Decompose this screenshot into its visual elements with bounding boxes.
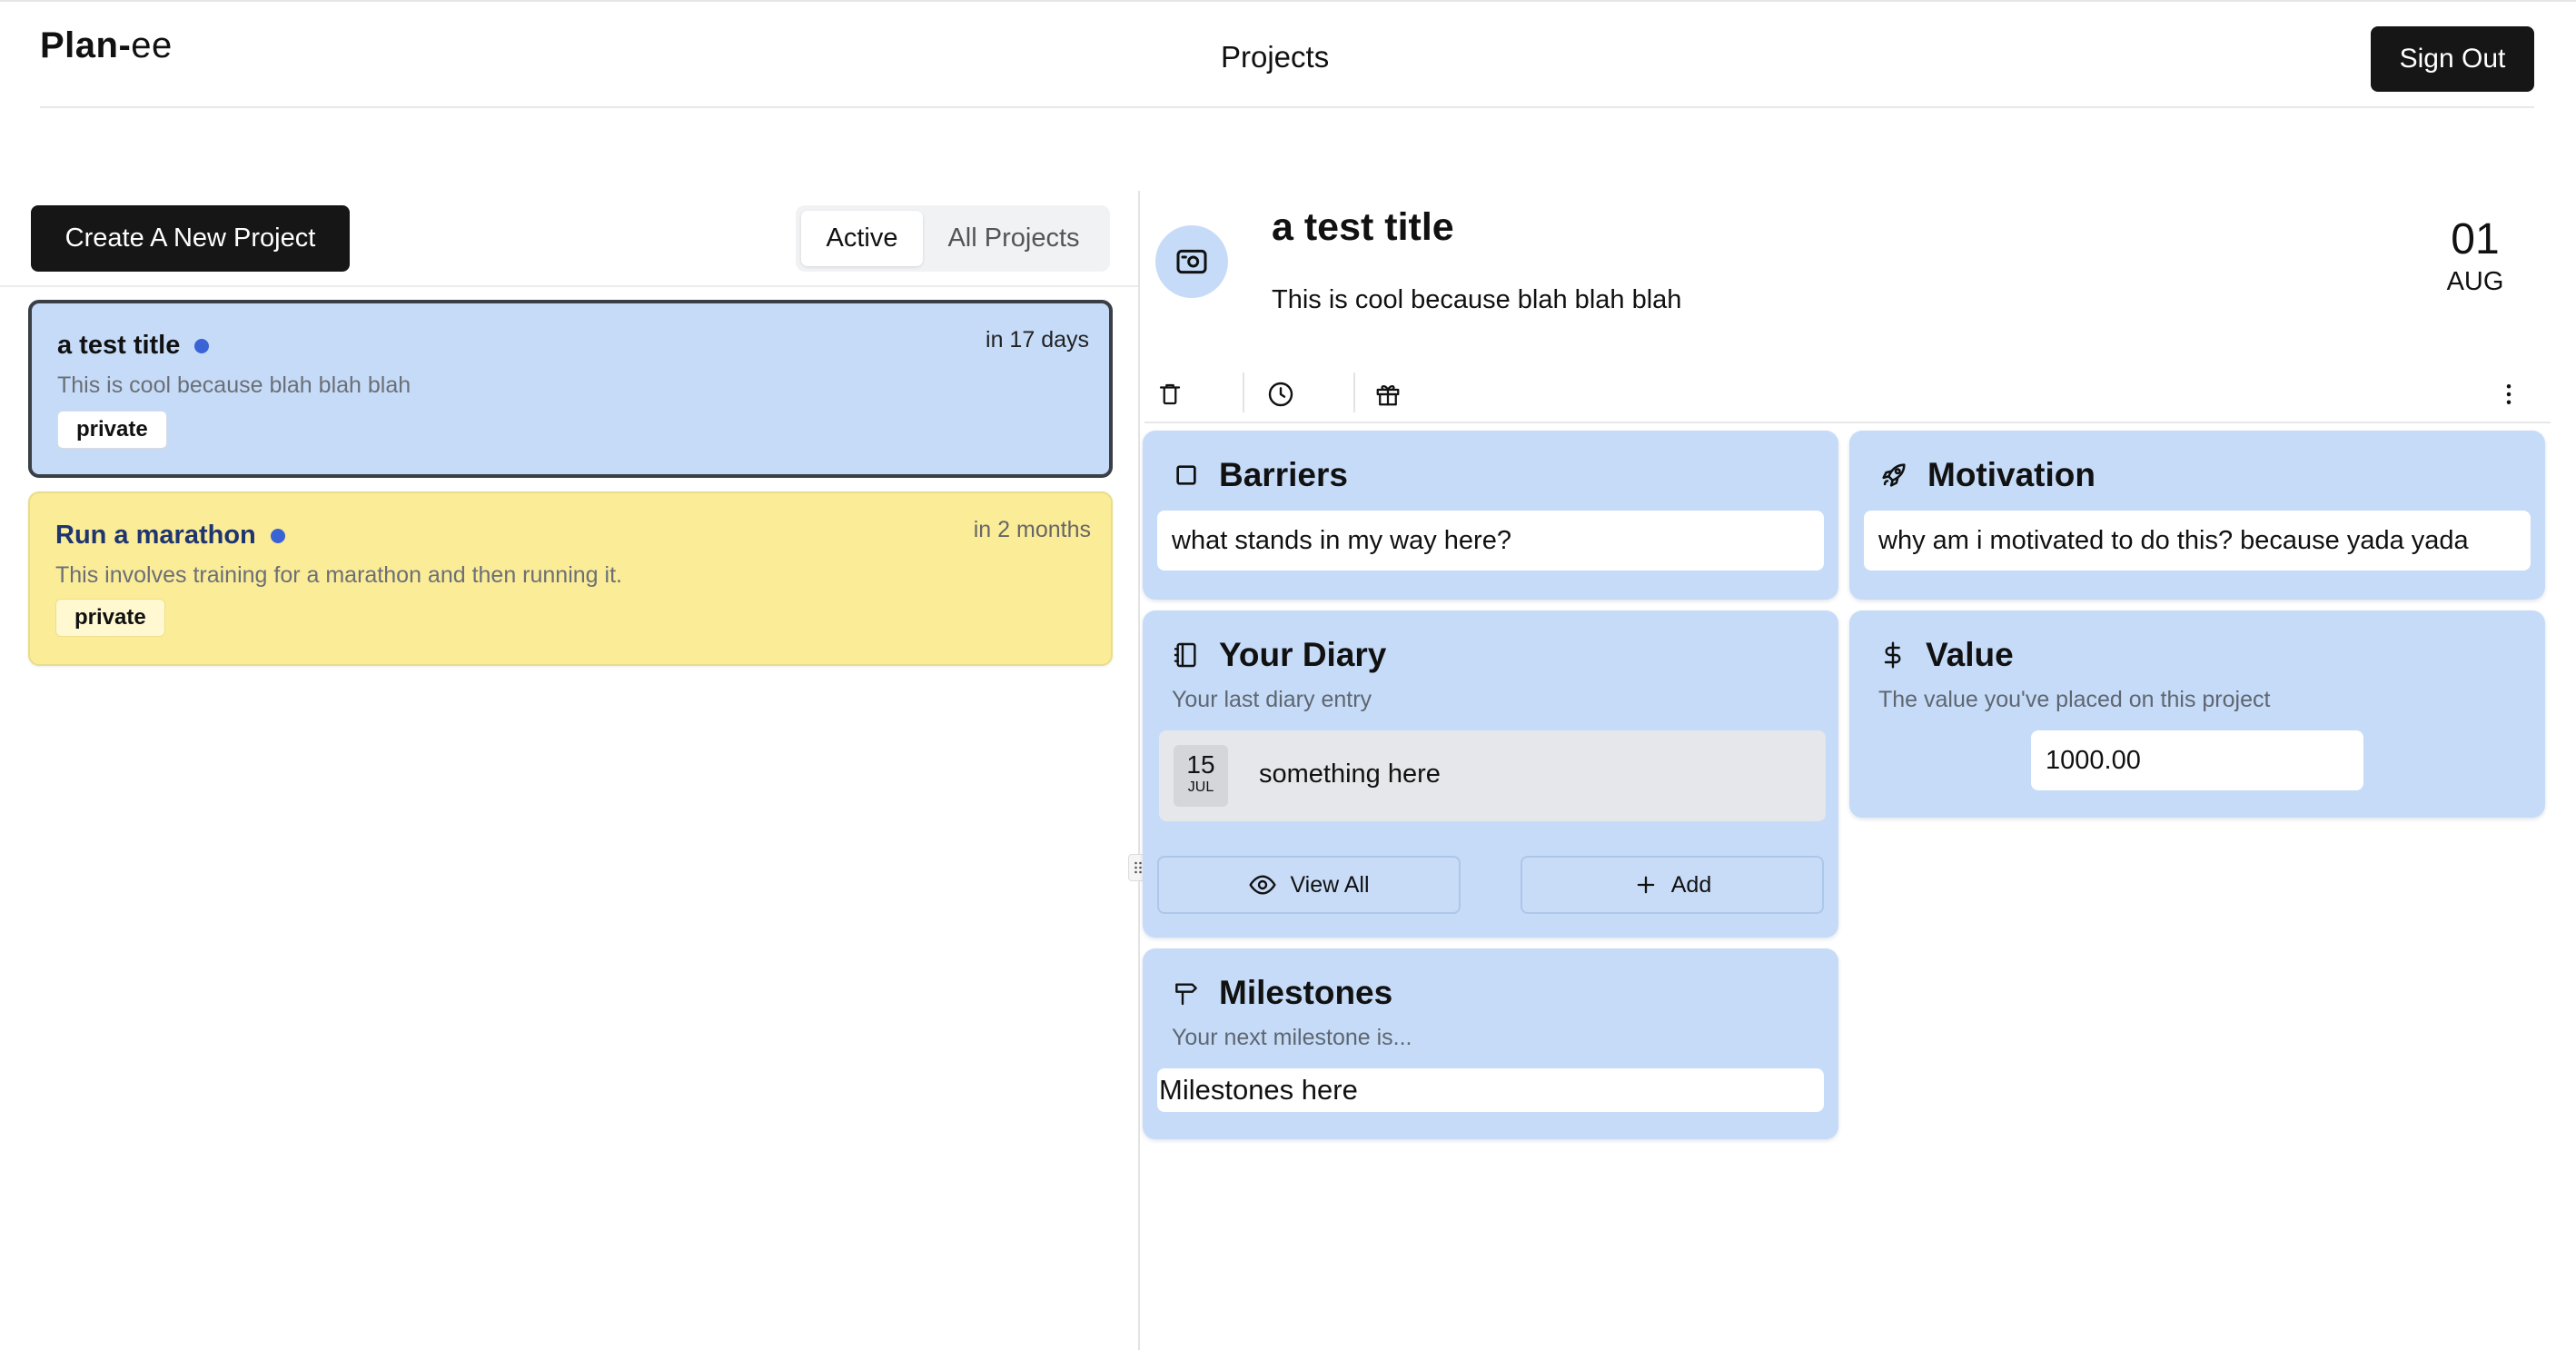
project-due: in 2 months (973, 517, 1091, 542)
plus-icon (1633, 872, 1659, 898)
milestones-card: Milestones Your next milestone is... Mil… (1143, 948, 1838, 1139)
eye-icon (1248, 870, 1277, 899)
barriers-title: Barriers (1219, 456, 1348, 493)
project-due: in 17 days (986, 327, 1089, 352)
diary-entry[interactable]: 15 JUL something here (1159, 730, 1826, 821)
visibility-badge: private (55, 599, 165, 637)
gift-icon (1374, 381, 1402, 408)
project-title: Run a marathon (55, 521, 285, 551)
logo-bold: Plan- (40, 25, 132, 65)
diary-entry-day: 15 (1186, 750, 1215, 779)
diary-title: Your Diary (1219, 636, 1387, 673)
milestones-header: Milestones (1172, 974, 1392, 1012)
status-dot (194, 338, 210, 353)
list-divider (0, 285, 1139, 287)
logo-light: ee (131, 25, 173, 65)
project-title-text: a test title (57, 331, 181, 360)
motivation-header: Motivation (1878, 456, 2095, 494)
project-description: This is cool because blah blah blah (57, 372, 411, 398)
dollar-icon (1878, 640, 1907, 670)
more-vertical-icon (2495, 381, 2522, 408)
page-title: Projects (1221, 40, 1330, 74)
project-image-button[interactable] (1155, 225, 1228, 298)
milestones-subtitle: Your next milestone is... (1172, 1025, 1412, 1050)
diary-entry-date: 15 JUL (1174, 745, 1228, 807)
add-entry-button[interactable]: Add (1521, 856, 1824, 914)
project-title-text: Run a marathon (55, 521, 256, 550)
reward-button[interactable] (1362, 369, 1413, 420)
barriers-field[interactable]: what stands in my way here? (1157, 511, 1824, 571)
diary-entry-text: something here (1259, 759, 1441, 789)
project-filter-toggle: Active All Projects (796, 205, 1110, 272)
square-icon (1172, 461, 1201, 490)
milestones-field[interactable]: Milestones here (1157, 1068, 1824, 1112)
motivation-card: Motivation why am i motivated to do this… (1849, 431, 2545, 600)
project-toolbar (1144, 369, 2551, 423)
app-header: Plan-ee Projects Sign Out (40, 0, 2534, 108)
motivation-title: Motivation (1927, 456, 2095, 493)
app-logo[interactable]: Plan-ee (40, 25, 173, 66)
diary-subtitle: Your last diary entry (1172, 687, 1372, 712)
due-date-month: AUG (2446, 267, 2504, 296)
trash-icon (1156, 381, 1184, 408)
tab-active[interactable]: Active (801, 211, 923, 266)
status-dot (270, 528, 285, 543)
create-project-button[interactable]: Create A New Project (31, 205, 350, 272)
barriers-header: Barriers (1172, 456, 1348, 494)
project-card[interactable]: a test title in 17 days This is cool bec… (28, 300, 1113, 478)
clock-icon (1266, 380, 1295, 409)
due-date-day: 01 (2451, 215, 2500, 263)
toolbar-separator (1353, 372, 1355, 412)
project-card[interactable]: Run a marathon in 2 months This involves… (28, 491, 1113, 666)
project-title: a test title (57, 331, 210, 361)
value-subtitle: The value you've placed on this project (1878, 687, 2271, 712)
diary-header: Your Diary (1172, 636, 1386, 674)
toolbar-separator (1243, 372, 1244, 412)
history-button[interactable] (1255, 369, 1306, 420)
project-detail-description[interactable]: This is cool because blah blah blah (1272, 285, 1681, 315)
value-input[interactable]: 1000.00 (2031, 730, 2363, 790)
rocket-icon (1878, 460, 1909, 491)
project-detail-title[interactable]: a test title (1272, 205, 1454, 250)
view-all-button[interactable]: View All (1157, 856, 1461, 914)
diary-card: Your Diary Your last diary entry 15 JUL … (1143, 610, 1838, 938)
camera-icon (1174, 243, 1210, 280)
more-options-button[interactable] (2483, 369, 2534, 420)
panel-divider (1138, 191, 1140, 1350)
project-description: This involves training for a marathon an… (55, 562, 622, 588)
milestones-title: Milestones (1219, 974, 1393, 1011)
visibility-badge: private (57, 411, 167, 449)
view-all-label: View All (1290, 871, 1370, 898)
add-entry-label: Add (1670, 871, 1712, 898)
signpost-icon (1172, 978, 1201, 1008)
value-card: Value The value you've placed on this pr… (1849, 610, 2545, 818)
delete-button[interactable] (1144, 369, 1195, 420)
sign-out-button[interactable]: Sign Out (2371, 26, 2534, 92)
notebook-icon (1172, 640, 1201, 670)
barriers-card: Barriers what stands in my way here? (1143, 431, 1838, 600)
value-header: Value (1878, 636, 2014, 674)
diary-entry-month: JUL (1187, 779, 1214, 795)
value-title: Value (1926, 636, 2014, 673)
motivation-field[interactable]: why am i motivated to do this? because y… (1864, 511, 2531, 571)
due-date[interactable]: 01 AUG (2434, 218, 2516, 297)
tab-all-projects[interactable]: All Projects (923, 211, 1105, 266)
